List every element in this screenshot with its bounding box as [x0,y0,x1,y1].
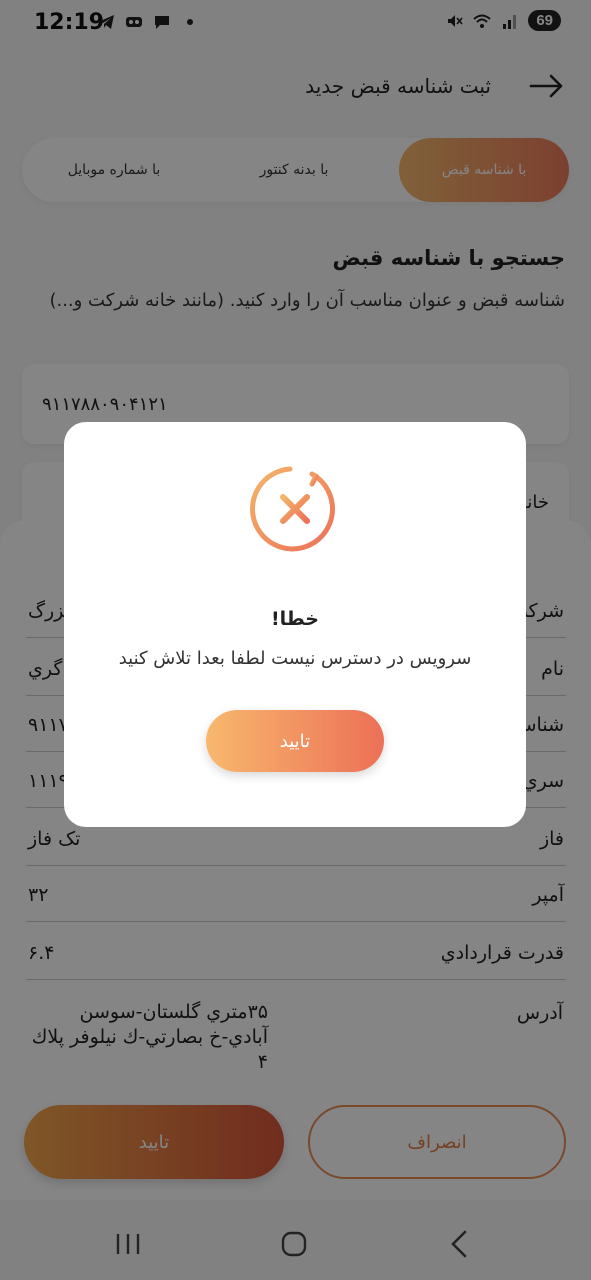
error-icon [250,466,335,552]
dialog-message: سرویس در دسترس نیست لطفا بعدا تلاش کنید [118,648,472,669]
error-dialog: خطا! سرویس در دسترس نیست لطفا بعدا تلاش … [64,422,526,827]
dialog-ok-button[interactable]: تایید [206,710,384,772]
dialog-title: خطا! [270,608,319,630]
